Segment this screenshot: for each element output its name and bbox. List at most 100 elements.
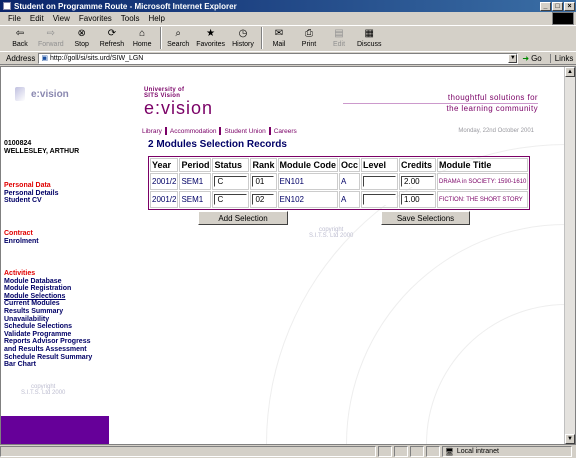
main-panel: University of SITS Vision e:vision thoug… xyxy=(109,67,566,444)
credits-input[interactable] xyxy=(401,194,435,205)
minimize-button[interactable]: _ xyxy=(540,1,551,11)
status-pane xyxy=(410,446,424,457)
sidebar-copyright: copyright S.I.T.S. Ltd 2000 xyxy=(21,384,66,396)
nav-schedule-result-summary[interactable]: Schedule Result Summary xyxy=(4,354,92,362)
section-activities: Activities Module Database Module Regist… xyxy=(4,270,92,369)
links-button[interactable]: Links xyxy=(549,53,573,63)
status-input[interactable] xyxy=(214,176,248,187)
col-module-title: Module Title xyxy=(437,158,529,172)
mail-button[interactable]: ✉ Mail xyxy=(267,26,291,48)
nav-current-modules[interactable]: Current Modules xyxy=(4,300,92,308)
evision-side-logo: e:vision xyxy=(15,87,95,101)
home-icon: ⌂ xyxy=(139,28,146,39)
nav-module-registration[interactable]: Module Registration xyxy=(4,285,92,293)
toolbar-separator xyxy=(261,27,263,49)
history-icon: ◷ xyxy=(238,28,248,39)
link-student-union[interactable]: Student Union xyxy=(224,128,265,135)
ie-app-icon xyxy=(3,2,11,10)
stop-button[interactable]: ⊗ Stop xyxy=(70,26,94,48)
add-selection-button[interactable]: Add Selection xyxy=(198,211,288,225)
menu-help[interactable]: Help xyxy=(148,14,164,23)
link-library[interactable]: Library xyxy=(142,128,162,135)
link-accommodation[interactable]: Accommodation xyxy=(170,128,217,135)
level-input[interactable] xyxy=(363,194,397,205)
sidebar-footer-block xyxy=(1,416,109,444)
level-input[interactable] xyxy=(363,176,397,187)
link-careers[interactable]: Careers xyxy=(274,128,297,135)
menu-bar: File Edit View Favorites Tools Help xyxy=(0,12,576,25)
scroll-up-icon[interactable]: ▲ xyxy=(565,67,575,77)
menu-file[interactable]: File xyxy=(8,14,21,23)
status-input[interactable] xyxy=(214,194,248,205)
discuss-button[interactable]: ▦ Discuss xyxy=(357,26,382,48)
evision-logo-icon xyxy=(15,87,25,101)
history-button[interactable]: ◷ History xyxy=(231,26,255,48)
col-credits: Credits xyxy=(399,158,437,172)
home-button[interactable]: ⌂ Home xyxy=(130,26,154,48)
cell-module-code: EN102 xyxy=(277,191,338,208)
scroll-down-icon[interactable]: ▼ xyxy=(565,434,575,444)
tagline: thoughtful solutions for the learning co… xyxy=(343,93,538,114)
col-rank: Rank xyxy=(250,158,277,172)
edit-icon: ▤ xyxy=(334,28,344,39)
address-dropdown-icon[interactable]: ▼ xyxy=(508,53,518,63)
nav-results-summary[interactable]: Results Summary xyxy=(4,308,92,316)
rank-input[interactable] xyxy=(252,176,275,187)
refresh-icon: ⟳ xyxy=(107,28,117,39)
menu-edit[interactable]: Edit xyxy=(30,14,44,23)
address-input[interactable]: ▣ http://goll/si/sits.urd/SIW_LGN ▼ xyxy=(38,52,519,64)
print-button[interactable]: ⎙ Print xyxy=(297,26,321,48)
module-selection-table: Year Period Status Rank Module Code Occ … xyxy=(148,156,531,210)
left-navigation-panel: e:vision 0100824 WELLESLEY, ARTHUR Perso… xyxy=(1,67,109,444)
maximize-button[interactable]: □ xyxy=(552,1,563,11)
cell-period: SEM1 xyxy=(179,191,212,208)
nav-enrolment[interactable]: Enrolment xyxy=(4,238,39,246)
save-selections-button[interactable]: Save Selections xyxy=(381,211,470,225)
nav-unavailability[interactable]: Unavailability xyxy=(4,316,92,324)
nav-schedule-selections[interactable]: Schedule Selections xyxy=(4,323,92,331)
cell-year: 2001/2 xyxy=(150,173,179,190)
search-button[interactable]: ⌕ Search xyxy=(166,26,190,48)
link-separator xyxy=(164,127,167,135)
status-pane xyxy=(394,446,408,457)
go-button[interactable]: ➜ Go xyxy=(522,54,541,63)
col-level: Level xyxy=(361,158,399,172)
menu-view[interactable]: View xyxy=(53,14,70,23)
print-icon: ⎙ xyxy=(305,28,313,39)
section-heading: Personal Data xyxy=(4,182,51,189)
window-title: Student on Programme Route - Microsoft I… xyxy=(14,1,237,11)
close-button[interactable]: × xyxy=(564,1,575,11)
menu-tools[interactable]: Tools xyxy=(121,14,140,23)
rank-input[interactable] xyxy=(252,194,275,205)
table-row: 2001/2 SEM1 EN102 A FICTION: THE SHORT S… xyxy=(150,191,529,208)
nav-validate-programme[interactable]: Validate Programme xyxy=(4,331,92,339)
student-id: 0100824 xyxy=(4,140,32,147)
vertical-scrollbar[interactable]: ▲ ▼ xyxy=(564,67,575,444)
status-text-pane xyxy=(0,446,376,457)
nav-results-assessment[interactable]: and Results Assessment xyxy=(4,346,92,354)
page-content: e:vision 0100824 WELLESLEY, ARTHUR Perso… xyxy=(0,66,576,445)
section-contract: Contract Enrolment xyxy=(4,230,39,245)
intranet-icon: 🖥 xyxy=(445,448,454,456)
nav-personal-details[interactable]: Personal Details xyxy=(4,190,58,198)
status-bar: 🖥 Local intranet xyxy=(0,445,576,458)
refresh-button[interactable]: ⟳ Refresh xyxy=(100,26,125,48)
nav-reports-advisor-progress[interactable]: Reports Advisor Progress xyxy=(4,338,92,346)
credits-input[interactable] xyxy=(401,176,435,187)
col-module-code: Module Code xyxy=(277,158,338,172)
section-heading: Activities xyxy=(4,270,36,277)
nav-module-selections[interactable]: Module Selections xyxy=(4,293,92,301)
edit-button[interactable]: ▤ Edit xyxy=(327,26,351,48)
current-date: Monday, 22nd October 2001 xyxy=(458,128,534,134)
forward-button[interactable]: ⇨ Forward xyxy=(38,26,64,48)
nav-bar-chart[interactable]: Bar Chart xyxy=(4,361,92,369)
nav-student-cv[interactable]: Student CV xyxy=(4,197,58,205)
nav-module-database[interactable]: Module Database xyxy=(4,278,92,286)
top-nav-links: Library Accommodation Student Union Care… xyxy=(142,127,297,135)
favorites-button[interactable]: ★ Favorites xyxy=(196,26,225,48)
back-button[interactable]: ⇦ Back xyxy=(8,26,32,48)
mail-icon: ✉ xyxy=(274,28,284,39)
col-period: Period xyxy=(179,158,212,172)
table-row: 2001/2 SEM1 EN101 A DRAMA in SOCIETY: 15… xyxy=(150,173,529,190)
menu-favorites[interactable]: Favorites xyxy=(79,14,112,23)
